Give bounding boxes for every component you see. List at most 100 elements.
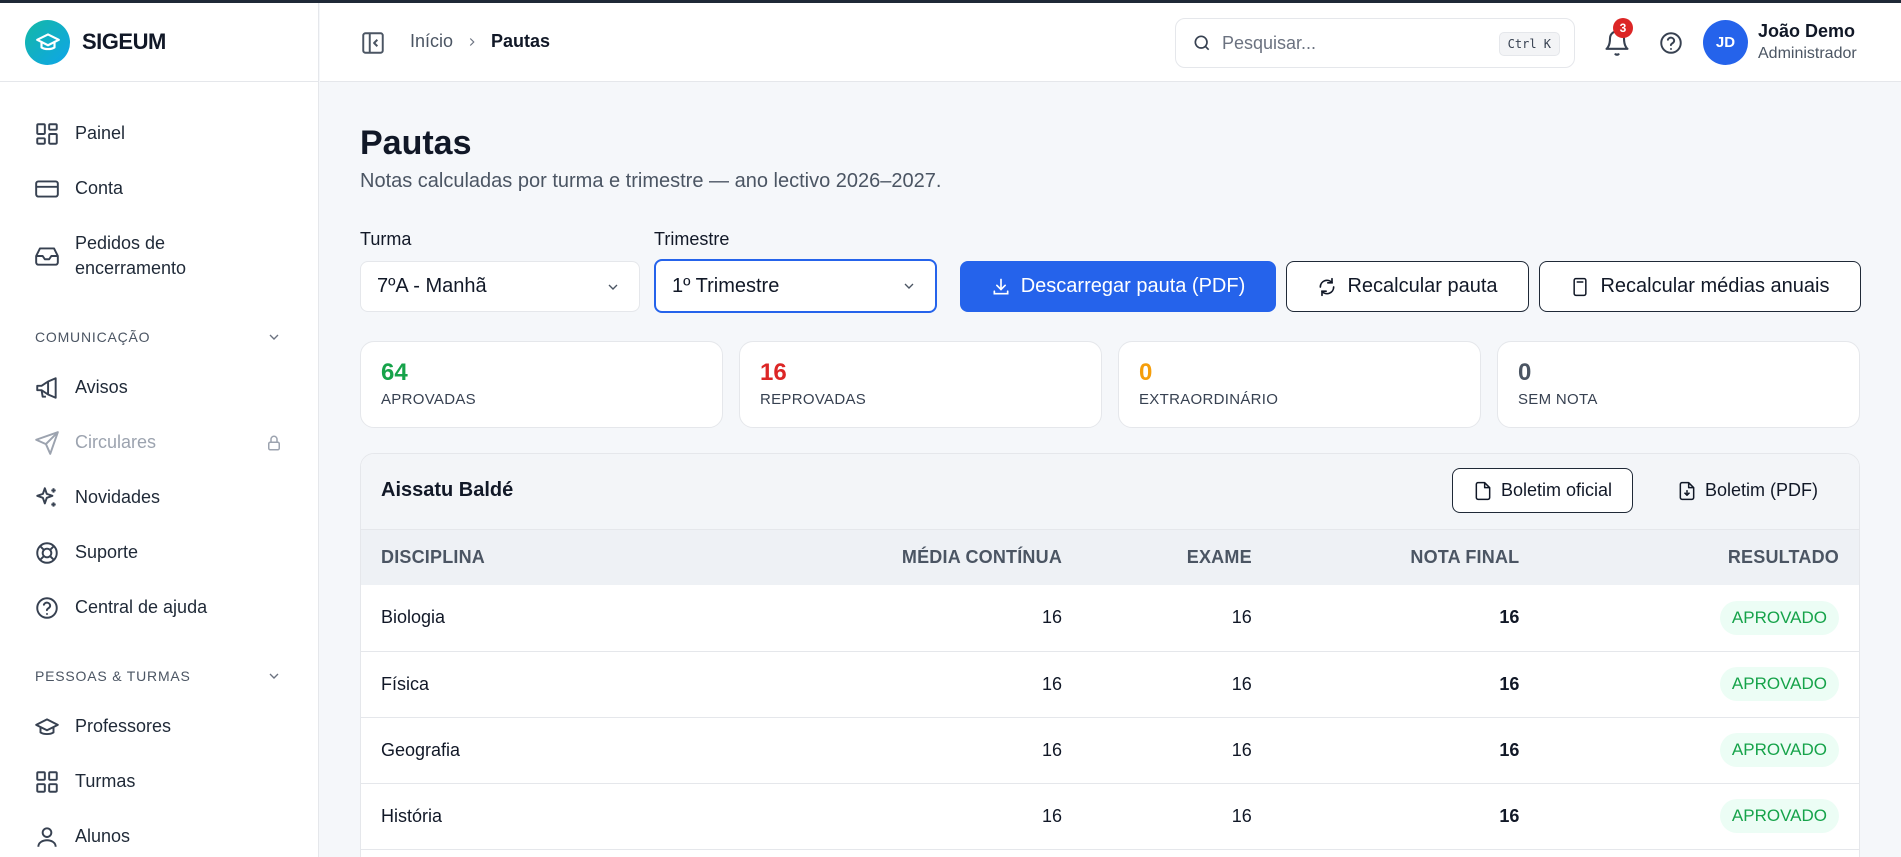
trimestre-select[interactable]: 1º Trimestre [654,259,937,313]
stat-value: 64 [381,359,408,386]
download-icon [993,278,1009,294]
turma-select[interactable]: 7ºA - Manhã [360,261,640,312]
cell-resultado: APROVADO [1519,717,1859,783]
student-card: Aissatu Baldé Boletim oficial Boletim (P… [360,453,1860,857]
sidebar-item-painel[interactable]: Painel [0,106,318,161]
table-row: Física 16 16 16 APROVADO [361,651,1859,717]
cell-exame: 16 [1231,805,1252,826]
sparkles-icon [36,486,56,507]
download-pauta-label: Descarregar pauta (PDF) [1020,275,1246,297]
sidebar-item-pedidos[interactable]: Pedidos de encerramento [0,216,318,296]
download-pauta-button[interactable]: Descarregar pauta (PDF) [960,261,1276,312]
trimestre-value: 1º Trimestre [672,274,780,297]
column-header-media: MÉDIA CONTÍNUA [901,547,1063,567]
cell-disciplina: Biologia [381,607,446,628]
grid-icon [36,770,58,793]
sidebar-item-turmas[interactable]: Turmas [0,754,318,809]
breadcrumb-home[interactable]: Início [410,31,453,52]
help-icon[interactable] [1658,30,1684,56]
credit-card-icon [35,179,59,198]
user-icon [37,826,57,847]
column-header-final: NOTA FINAL [1410,547,1520,567]
boletim-oficial-button[interactable]: Boletim oficial [1452,468,1634,513]
sidebar-item-professores[interactable]: Professores [0,699,318,754]
sidebar-item-alunos[interactable]: Alunos [0,809,318,857]
cell-final: 16 [1499,739,1520,760]
sidebar: SIGEUM Painel Conta Pedidos de encerrame… [0,3,319,857]
lifebuoy-icon [36,541,58,564]
column-header-disciplina: DISCIPLINA [381,547,486,567]
stat-reprovadas: 16 REPROVADAS [739,341,1102,428]
column-header-exame: EXAME [1186,547,1252,567]
search-input[interactable] [1222,32,1472,54]
cell-exame: 16 [1231,673,1252,694]
table-row: Biologia 16 16 16 APROVADO [361,585,1859,651]
sidebar-section-pessoas-turmas[interactable]: PESSOAS & TURMAS [0,653,318,699]
top-header: Início Pautas Ctrl K 3 JD João Demo Admi… [320,3,1901,82]
sidebar-section-comunicacao[interactable]: COMUNICAÇÃO [0,314,318,360]
sidebar-item-conta[interactable]: Conta [0,161,318,216]
recalcular-medias-button[interactable]: Recalcular médias anuais [1539,261,1861,312]
status-badge: APROVADO [1719,799,1839,833]
user-name[interactable]: João Demo [1758,21,1855,42]
search-shortcut: Ctrl K [1498,32,1560,56]
sidebar-item-central-ajuda[interactable]: Central de ajuda [0,580,318,635]
grades-table: DISCIPLINA MÉDIA CONTÍNUA EXAME NOTA FIN… [361,530,1859,850]
brand[interactable]: SIGEUM [0,3,318,82]
search-box[interactable]: Ctrl K [1175,18,1575,68]
cell-final: 16 [1499,805,1520,826]
inbox-icon [35,247,59,266]
sidebar-toggle-icon[interactable] [360,30,386,56]
chevron-down-icon [608,284,618,290]
stat-value: 0 [1139,359,1153,386]
table-header-row: DISCIPLINA MÉDIA CONTÍNUA EXAME NOTA FIN… [361,530,1859,585]
recalcular-pauta-button[interactable]: Recalcular pauta [1286,261,1529,312]
sidebar-item-novidades[interactable]: Novidades [0,470,318,525]
stat-label: EXTRAORDINÁRIO [1139,391,1279,408]
graduation-cap-icon [35,717,59,735]
sidebar-item-suporte[interactable]: Suporte [0,525,318,580]
breadcrumb-current: Pautas [491,31,551,51]
page-subtitle: Notas calculadas por turma e trimestre —… [360,170,942,192]
cell-final: 16 [1499,607,1520,628]
cell-media: 16 [1042,607,1063,628]
dashboard-icon [36,122,58,145]
sidebar-item-label: Novidades [75,487,161,507]
sidebar-item-label: Central de ajuda [75,597,208,617]
sidebar-item-label: Alunos [75,826,131,846]
chevron-down-icon [269,673,279,679]
table-row: História 16 16 16 APROVADO [361,783,1859,849]
sidebar-item-label: Painel [75,123,126,143]
recalcular-pauta-label: Recalcular pauta [1347,275,1498,297]
status-badge: APROVADO [1719,733,1839,767]
stat-aprovadas: 64 APROVADAS [360,341,723,428]
graduation-cap-logo-icon [25,19,70,65]
section-label: PESSOAS & TURMAS [35,668,191,684]
cell-media: 16 [1042,805,1063,826]
boletim-pdf-button[interactable]: Boletim (PDF) [1657,468,1838,513]
student-card-header: Aissatu Baldé Boletim oficial Boletim (P… [361,454,1859,530]
cell-resultado: APROVADO [1519,585,1859,651]
sidebar-nav: Painel Conta Pedidos de encerramento COM… [0,82,318,857]
cell-final: 16 [1499,673,1520,694]
sidebar-item-circulares[interactable]: Circulares [0,415,318,470]
turma-label: Turma [360,229,412,249]
sidebar-item-avisos[interactable]: Avisos [0,360,318,415]
status-badge: APROVADO [1719,667,1839,701]
table-row: Geografia 16 16 16 APROVADO [361,717,1859,783]
status-badge: APROVADO [1719,600,1839,635]
sidebar-item-label: Circulares [75,432,157,452]
cell-exame: 16 [1231,739,1252,760]
calculator-icon [1573,277,1588,296]
stat-value: 0 [1518,359,1532,386]
recalcular-medias-label: Recalcular médias anuais [1600,275,1830,297]
cell-resultado: APROVADO [1519,783,1859,849]
avatar[interactable]: JD [1703,20,1748,65]
lock-icon [268,435,280,450]
send-icon [35,430,59,455]
cell-exame: 16 [1231,607,1252,628]
help-circle-icon [36,596,58,619]
cell-disciplina: Física [381,673,430,694]
boletim-oficial-label: Boletim oficial [1501,480,1613,500]
stat-label: SEM NOTA [1518,391,1598,408]
